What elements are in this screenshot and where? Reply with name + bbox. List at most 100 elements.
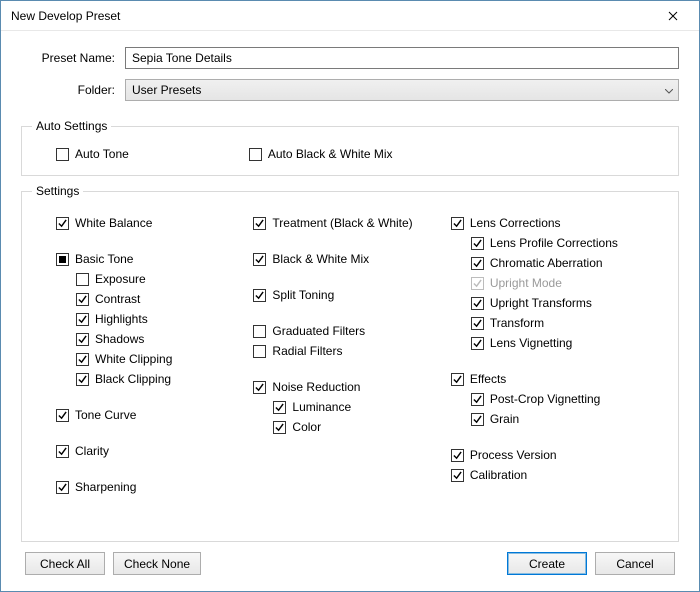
settings-col-2: Treatment (Black & White) Black & White … bbox=[253, 212, 450, 498]
lens-profile-checkbox[interactable]: Lens Profile Corrections bbox=[471, 234, 668, 252]
checkbox-icon bbox=[451, 373, 464, 386]
upright-mode-checkbox: Upright Mode bbox=[471, 274, 668, 292]
exposure-label: Exposure bbox=[95, 270, 146, 288]
tone-curve-checkbox[interactable]: Tone Curve bbox=[56, 406, 253, 424]
calibration-checkbox[interactable]: Calibration bbox=[451, 466, 668, 484]
upright-transforms-checkbox[interactable]: Upright Transforms bbox=[471, 294, 668, 312]
white-clipping-checkbox[interactable]: White Clipping bbox=[76, 350, 253, 368]
settings-col-1: White Balance Basic Tone Exposure Contra… bbox=[32, 212, 253, 498]
upright-mode-label: Upright Mode bbox=[490, 274, 562, 292]
shadows-label: Shadows bbox=[95, 330, 144, 348]
sharpening-label: Sharpening bbox=[75, 478, 136, 496]
exposure-checkbox[interactable]: Exposure bbox=[76, 270, 253, 288]
upright-transforms-label: Upright Transforms bbox=[490, 294, 592, 312]
sharpening-checkbox[interactable]: Sharpening bbox=[56, 478, 253, 496]
auto-settings-group: Auto Settings Auto Tone Auto Black & Whi… bbox=[21, 119, 679, 176]
color-checkbox[interactable]: Color bbox=[273, 418, 450, 436]
process-version-checkbox[interactable]: Process Version bbox=[451, 446, 668, 464]
color-label: Color bbox=[292, 418, 321, 436]
treatment-label: Treatment (Black & White) bbox=[272, 214, 412, 232]
checkbox-icon bbox=[471, 317, 484, 330]
auto-tone-label: Auto Tone bbox=[75, 145, 129, 163]
checkbox-icon bbox=[76, 353, 89, 366]
process-version-label: Process Version bbox=[470, 446, 557, 464]
transform-checkbox[interactable]: Transform bbox=[471, 314, 668, 332]
black-clipping-label: Black Clipping bbox=[95, 370, 171, 388]
bw-mix-label: Black & White Mix bbox=[272, 250, 369, 268]
post-crop-vignetting-checkbox[interactable]: Post-Crop Vignetting bbox=[471, 390, 668, 408]
lens-vignetting-label: Lens Vignetting bbox=[490, 334, 573, 352]
white-balance-checkbox[interactable]: White Balance bbox=[56, 214, 253, 232]
check-all-button[interactable]: Check All bbox=[25, 552, 105, 575]
radial-filters-checkbox[interactable]: Radial Filters bbox=[253, 342, 450, 360]
create-button[interactable]: Create bbox=[507, 552, 587, 575]
preset-name-input[interactable] bbox=[125, 47, 679, 69]
lens-corrections-label: Lens Corrections bbox=[470, 214, 561, 232]
checkbox-icon bbox=[471, 413, 484, 426]
dialog-window: New Develop Preset Preset Name: Folder: … bbox=[0, 0, 700, 592]
effects-label: Effects bbox=[470, 370, 506, 388]
basic-tone-checkbox[interactable]: Basic Tone bbox=[56, 250, 253, 268]
checkbox-icon bbox=[76, 293, 89, 306]
calibration-label: Calibration bbox=[470, 466, 527, 484]
luminance-label: Luminance bbox=[292, 398, 351, 416]
lens-vignetting-checkbox[interactable]: Lens Vignetting bbox=[471, 334, 668, 352]
checkbox-icon bbox=[56, 409, 69, 422]
folder-row: Folder: User Presets bbox=[21, 79, 679, 101]
radial-filters-label: Radial Filters bbox=[272, 342, 342, 360]
effects-checkbox[interactable]: Effects bbox=[451, 370, 668, 388]
checkbox-icon bbox=[76, 313, 89, 326]
chromatic-aberration-checkbox[interactable]: Chromatic Aberration bbox=[471, 254, 668, 272]
shadows-checkbox[interactable]: Shadows bbox=[76, 330, 253, 348]
luminance-checkbox[interactable]: Luminance bbox=[273, 398, 450, 416]
clarity-checkbox[interactable]: Clarity bbox=[56, 442, 253, 460]
white-clipping-label: White Clipping bbox=[95, 350, 172, 368]
folder-select[interactable]: User Presets bbox=[125, 79, 679, 101]
highlights-checkbox[interactable]: Highlights bbox=[76, 310, 253, 328]
checkbox-icon bbox=[471, 297, 484, 310]
checkbox-icon bbox=[253, 325, 266, 338]
split-toning-checkbox[interactable]: Split Toning bbox=[253, 286, 450, 304]
checkbox-icon bbox=[76, 273, 89, 286]
graduated-filters-label: Graduated Filters bbox=[272, 322, 365, 340]
checkbox-icon bbox=[253, 345, 266, 358]
contrast-checkbox[interactable]: Contrast bbox=[76, 290, 253, 308]
lens-corrections-checkbox[interactable]: Lens Corrections bbox=[451, 214, 668, 232]
noise-reduction-checkbox[interactable]: Noise Reduction bbox=[253, 378, 450, 396]
checkbox-icon bbox=[56, 148, 69, 161]
checkbox-icon bbox=[76, 373, 89, 386]
checkbox-icon bbox=[471, 237, 484, 250]
checkbox-icon bbox=[273, 401, 286, 414]
folder-label: Folder: bbox=[21, 83, 125, 97]
auto-tone-checkbox[interactable]: Auto Tone bbox=[56, 145, 129, 163]
checkbox-icon bbox=[253, 253, 266, 266]
black-clipping-checkbox[interactable]: Black Clipping bbox=[76, 370, 253, 388]
treatment-checkbox[interactable]: Treatment (Black & White) bbox=[253, 214, 450, 232]
graduated-filters-checkbox[interactable]: Graduated Filters bbox=[253, 322, 450, 340]
checkbox-icon bbox=[273, 421, 286, 434]
checkbox-icon bbox=[253, 381, 266, 394]
checkbox-icon bbox=[471, 337, 484, 350]
checkbox-icon bbox=[471, 393, 484, 406]
close-button[interactable] bbox=[651, 2, 695, 30]
checkbox-mixed-icon bbox=[56, 253, 69, 266]
preset-name-row: Preset Name: bbox=[21, 47, 679, 69]
settings-legend: Settings bbox=[32, 184, 83, 198]
lens-profile-label: Lens Profile Corrections bbox=[490, 234, 618, 252]
checkbox-icon bbox=[249, 148, 262, 161]
grain-label: Grain bbox=[490, 410, 519, 428]
checkbox-icon bbox=[253, 217, 266, 230]
check-none-button[interactable]: Check None bbox=[113, 552, 201, 575]
checkbox-icon bbox=[56, 445, 69, 458]
cancel-button[interactable]: Cancel bbox=[595, 552, 675, 575]
checkbox-icon bbox=[471, 257, 484, 270]
white-balance-label: White Balance bbox=[75, 214, 152, 232]
grain-checkbox[interactable]: Grain bbox=[471, 410, 668, 428]
auto-bw-mix-checkbox[interactable]: Auto Black & White Mix bbox=[249, 145, 393, 163]
close-icon bbox=[668, 11, 678, 21]
basic-tone-label: Basic Tone bbox=[75, 250, 133, 268]
window-title: New Develop Preset bbox=[11, 9, 120, 23]
bw-mix-checkbox[interactable]: Black & White Mix bbox=[253, 250, 450, 268]
checkbox-icon bbox=[56, 481, 69, 494]
noise-reduction-label: Noise Reduction bbox=[272, 378, 360, 396]
